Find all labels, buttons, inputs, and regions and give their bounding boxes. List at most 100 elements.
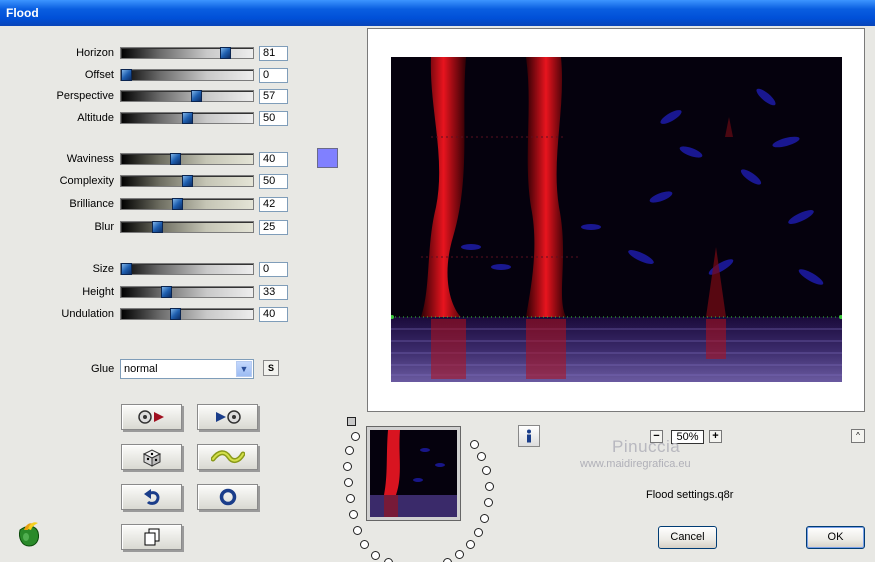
cancel-button[interactable]: Cancel [658,526,717,549]
slider-value-field[interactable]: 40 [259,152,288,167]
slider-thumb[interactable] [169,308,181,320]
wave-button[interactable] [197,444,258,470]
preview-image[interactable] [391,57,842,382]
slider-row-perspective: Perspective 57 [0,89,300,105]
slider-thumb[interactable] [151,221,163,233]
undo-button[interactable] [121,484,182,510]
glue-select-value: normal [124,363,158,375]
play-forward-icon [215,410,241,424]
slider-track[interactable] [120,153,254,165]
navigator-thumbnail[interactable] [366,426,461,521]
info-button[interactable] [518,425,540,447]
slider-track[interactable] [120,286,254,298]
slider-thumb[interactable] [182,112,193,124]
slider-label: Altitude [77,112,114,124]
navigator-ring-dot[interactable] [466,540,475,549]
slider-value-field[interactable]: 57 [259,89,288,104]
navigator-ring-dot[interactable] [343,462,352,471]
glue-select[interactable]: normal ▼ [120,359,254,379]
navigator-ring-dot[interactable] [384,558,393,562]
slider-value-field[interactable]: 50 [259,111,288,126]
navigator-ring-dot[interactable] [349,510,358,519]
slider-row-height: Height 33 [0,285,300,301]
slider-value-field[interactable]: 0 [259,68,288,83]
slider-thumb[interactable] [219,47,231,59]
settings-file-label: Flood settings.q8r [646,489,734,501]
slider-track[interactable] [120,263,254,275]
slider-label: Brilliance [69,198,114,210]
slider-track[interactable] [120,47,254,59]
play-reverse-button[interactable] [121,404,182,430]
navigator-handle[interactable] [347,417,356,426]
title-bar[interactable]: Flood [0,0,875,26]
navigator-ring-dot[interactable] [477,452,486,461]
collapse-button[interactable]: ^ [851,429,865,443]
slider-track[interactable] [120,175,254,187]
slider-thumb[interactable] [121,69,132,81]
slider-value-field[interactable]: 42 [259,197,288,212]
navigator-ring-dot[interactable] [485,482,494,491]
flaming-pear-icon [19,522,39,547]
slider-track[interactable] [120,112,254,124]
navigator-ring-dot[interactable] [346,494,355,503]
navigator-ring-dot[interactable] [351,432,360,441]
copy-button[interactable] [121,524,182,550]
color-swatch[interactable] [317,148,338,168]
navigator-ring-dot[interactable] [371,551,380,560]
glue-label: Glue [91,363,115,375]
slider-row-size: Size 0 [0,262,300,278]
slider-thumb[interactable] [190,90,202,102]
navigator-ring-dot[interactable] [360,540,369,549]
navigator-ring-dot[interactable] [344,478,353,487]
slider-thumb[interactable] [161,286,173,298]
s-button[interactable]: S [263,360,279,376]
slider-value-field[interactable]: 25 [259,220,288,235]
slider-row-blur: Blur 25 [0,220,300,236]
slider-row-altitude: Altitude 50 [0,111,300,127]
play-reverse-icon [137,410,164,424]
navigator-ring-dot[interactable] [345,446,354,455]
slider-track[interactable] [120,221,254,233]
navigator-ring-dot[interactable] [480,514,489,523]
navigator-ring-dot[interactable] [474,528,483,537]
slider-track[interactable] [120,198,254,210]
slider-row-complexity: Complexity 50 [0,174,300,190]
slider-label: Size [92,263,114,275]
undo-icon [143,489,159,505]
slider-track[interactable] [120,308,254,320]
slider-row-offset: Offset 0 [0,68,300,84]
navigator-ring-dot[interactable] [443,558,452,562]
slider-thumb[interactable] [121,263,132,275]
slider-track[interactable] [120,90,254,102]
slider-value-field[interactable]: 0 [259,262,288,277]
slider-thumb[interactable] [172,198,184,210]
watermark-name: Pinuccia [612,437,681,456]
navigator-ring-dot[interactable] [484,498,493,507]
slider-label: Blur [94,221,114,233]
navigator-ring-dot[interactable] [455,550,464,559]
slider-value-field[interactable]: 50 [259,174,288,189]
slider-thumb[interactable] [182,175,193,187]
slider-row-brilliance: Brilliance 42 [0,197,300,213]
zoom-in-button[interactable]: + [709,430,722,443]
slider-label: Offset [84,69,114,81]
slider-thumb[interactable] [169,153,181,165]
info-icon [527,429,531,443]
reset-button[interactable] [197,484,258,510]
flood-preview-render [391,57,842,382]
slider-value-field[interactable]: 40 [259,307,288,322]
dice-icon [142,449,161,467]
watermark-url: www.maidiregrafica.eu [580,458,691,470]
slider-value-field[interactable]: 33 [259,285,288,300]
slider-label: Horizon [76,47,114,59]
navigator-ring-dot[interactable] [482,466,491,475]
reset-icon [219,488,236,506]
ok-button[interactable]: OK [806,526,865,549]
navigator-ring-dot[interactable] [353,526,362,535]
navigator-ring-dot[interactable] [470,440,479,449]
chevron-down-icon[interactable]: ▼ [236,361,252,377]
randomize-button[interactable] [121,444,182,470]
slider-track[interactable] [120,69,254,81]
play-forward-button[interactable] [197,404,258,430]
slider-value-field[interactable]: 81 [259,46,288,61]
